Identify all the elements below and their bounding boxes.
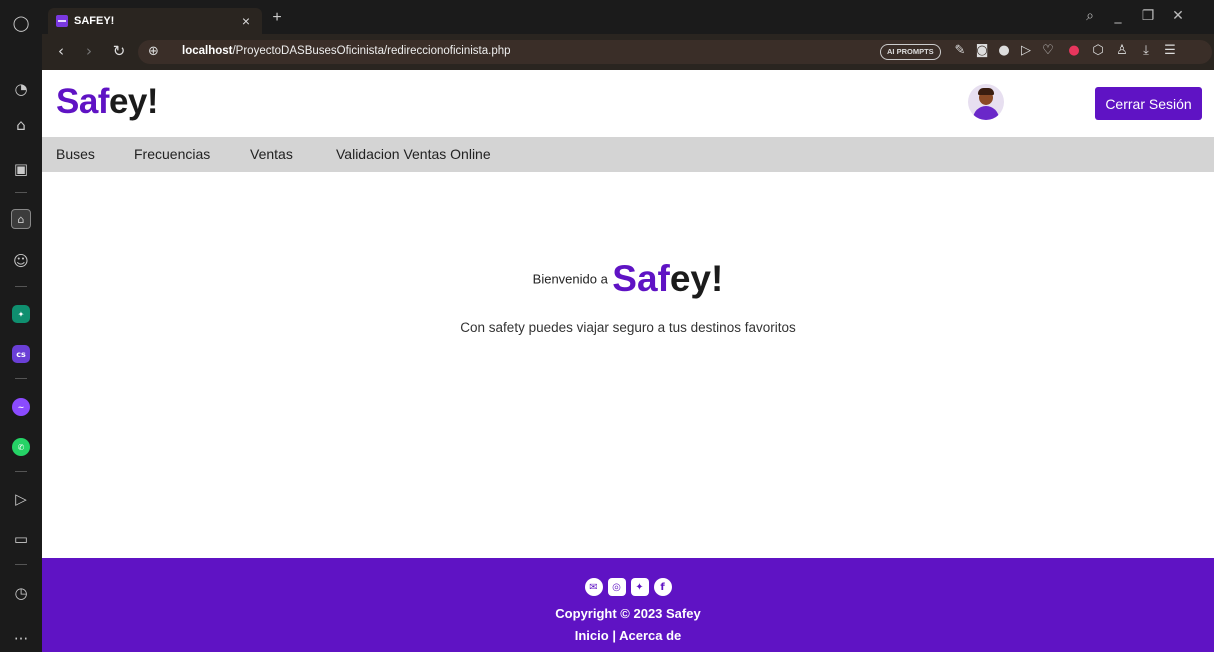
minimize-icon[interactable]: _ xyxy=(1109,8,1127,24)
home-workspace-icon[interactable]: ⌂ xyxy=(8,206,34,232)
opera-logo-icon[interactable]: ◯ xyxy=(8,10,34,36)
brand-rest: ey! xyxy=(669,258,724,299)
logout-button[interactable]: Cerrar Sesión xyxy=(1095,87,1202,120)
profile-icon[interactable]: ♙ xyxy=(1114,43,1130,58)
site-footer: ✉ ◎ ✦ f Copyright © 2023 Safey Inicio | … xyxy=(42,558,1214,652)
sidebar-divider xyxy=(15,564,27,565)
avatar-hair xyxy=(978,88,994,95)
wallet-icon[interactable]: ▭ xyxy=(8,526,34,552)
browser-window: ◯ ◔ ⌂ ▣ ⌂ ☺ ✦ cs ~ ✆ ▷ ▭ ◷ ··· SAFEY! × … xyxy=(0,0,1214,652)
brand-accent: Saf xyxy=(612,258,670,299)
tagline: Con safety puedes viajar seguro a tus de… xyxy=(460,320,796,335)
sidebar-divider xyxy=(15,286,27,287)
download-icon[interactable]: ⤓ xyxy=(1138,43,1154,58)
welcome-brand: Safey! xyxy=(612,258,723,299)
nav-item-buses[interactable]: Buses xyxy=(56,146,95,162)
browser-tab[interactable]: SAFEY! × xyxy=(48,8,262,34)
new-tab-button[interactable]: + xyxy=(268,9,286,27)
chatgpt-icon[interactable]: ✦ xyxy=(8,301,34,327)
shopping-icon[interactable]: ⌂ xyxy=(8,112,34,138)
send-icon[interactable]: ▷ xyxy=(8,486,34,512)
browser-sidebar: ◯ ◔ ⌂ ▣ ⌂ ☺ ✦ cs ~ ✆ ▷ ▭ ◷ ··· xyxy=(0,0,42,652)
email-icon[interactable]: ✉ xyxy=(584,578,603,596)
restore-icon[interactable]: ❐ xyxy=(1139,8,1157,24)
nav-item-frecuencias[interactable]: Frecuencias xyxy=(134,146,210,162)
instagram-icon[interactable]: ◎ xyxy=(607,578,626,596)
nav-item-ventas[interactable]: Ventas xyxy=(250,146,293,162)
close-tab-icon[interactable]: × xyxy=(238,13,254,29)
welcome-heading: Bienvenido a Safey! xyxy=(42,258,1214,300)
back-icon[interactable]: ‹ xyxy=(52,42,70,60)
reload-icon[interactable]: ↻ xyxy=(110,42,128,60)
game-icon[interactable]: ☺ xyxy=(8,248,34,274)
search-tabs-icon[interactable]: ⌕ xyxy=(1081,8,1099,24)
site-info-icon[interactable]: ⊕ xyxy=(148,44,159,59)
easy-setup-icon[interactable]: ☰ xyxy=(1162,43,1178,58)
social-links: ✉ ◎ ✦ f xyxy=(42,578,1214,596)
sidebar-divider xyxy=(15,192,27,193)
bus-favicon-icon xyxy=(56,15,68,27)
welcome-prefix: Bienvenido a xyxy=(532,271,608,287)
whatsapp-icon[interactable]: ✆ xyxy=(8,434,34,460)
forward-icon[interactable]: › xyxy=(80,42,98,60)
site-logo[interactable]: Safey! xyxy=(56,82,159,122)
twitter-icon[interactable]: ✦ xyxy=(630,578,649,596)
extension-icon[interactable]: ● xyxy=(1066,43,1082,58)
ai-extension-icon[interactable]: ▣ xyxy=(8,156,34,182)
cs-app-icon[interactable]: cs xyxy=(8,341,34,367)
user-avatar[interactable] xyxy=(968,84,1004,120)
sidebar-divider xyxy=(15,378,27,379)
tab-strip: SAFEY! × + ⌕ _ ❐ ✕ xyxy=(42,0,1214,34)
cube-icon[interactable]: ⬡ xyxy=(1090,43,1106,58)
url-path: /ProyectoDASBusesOficinista/redirecciono… xyxy=(232,45,511,57)
welcome-section: Bienvenido a Safey! Con safety puedes vi… xyxy=(42,172,1214,558)
close-window-icon[interactable]: ✕ xyxy=(1169,8,1187,24)
copyright-text: Copyright © 2023 Safey xyxy=(555,606,701,621)
facebook-icon[interactable]: f xyxy=(653,578,672,596)
tab-title: SAFEY! xyxy=(74,15,115,27)
main-nav: Buses Frecuencias Ventas Validacion Vent… xyxy=(42,137,1214,172)
shield-icon[interactable]: ● xyxy=(996,43,1012,58)
web-page: Safey! Cerrar Sesión Buses Frecuencias V… xyxy=(42,70,1214,652)
edit-icon[interactable]: ✎ xyxy=(952,43,968,58)
footer-links: Inicio | Acerca de xyxy=(42,628,1214,643)
nav-item-validacion[interactable]: Validacion Ventas Online xyxy=(336,146,491,162)
url-text[interactable]: localhost/ProyectoDASBusesOficinista/red… xyxy=(182,45,511,57)
logo-accent: Saf xyxy=(56,82,109,121)
footer-link-home[interactable]: Inicio xyxy=(575,628,609,643)
ai-prompts-button[interactable]: AI PROMPTS xyxy=(880,44,941,60)
history-icon[interactable]: ◷ xyxy=(8,580,34,606)
messenger-icon[interactable]: ~ xyxy=(8,394,34,420)
logo-rest: ey! xyxy=(108,82,159,121)
avatar-body xyxy=(973,106,999,120)
footer-separator: | xyxy=(612,628,616,643)
site-header: Safey! Cerrar Sesión xyxy=(42,70,1214,137)
address-bar[interactable]: ⊕ localhost/ProyectoDASBusesOficinista/r… xyxy=(138,40,1212,64)
more-icon[interactable]: ··· xyxy=(8,626,34,652)
snapshot-icon[interactable]: ◙ xyxy=(974,43,990,58)
address-toolbar: ‹ › ↻ ⊕ localhost/ProyectoDASBusesOficin… xyxy=(42,34,1214,70)
speed-dial-icon[interactable]: ◔ xyxy=(8,76,34,102)
footer-link-about[interactable]: Acerca de xyxy=(619,628,681,643)
url-host: localhost xyxy=(182,45,233,57)
send-page-icon[interactable]: ▷ xyxy=(1018,43,1034,58)
heart-icon[interactable]: ♡ xyxy=(1040,43,1056,58)
sidebar-divider xyxy=(15,471,27,472)
